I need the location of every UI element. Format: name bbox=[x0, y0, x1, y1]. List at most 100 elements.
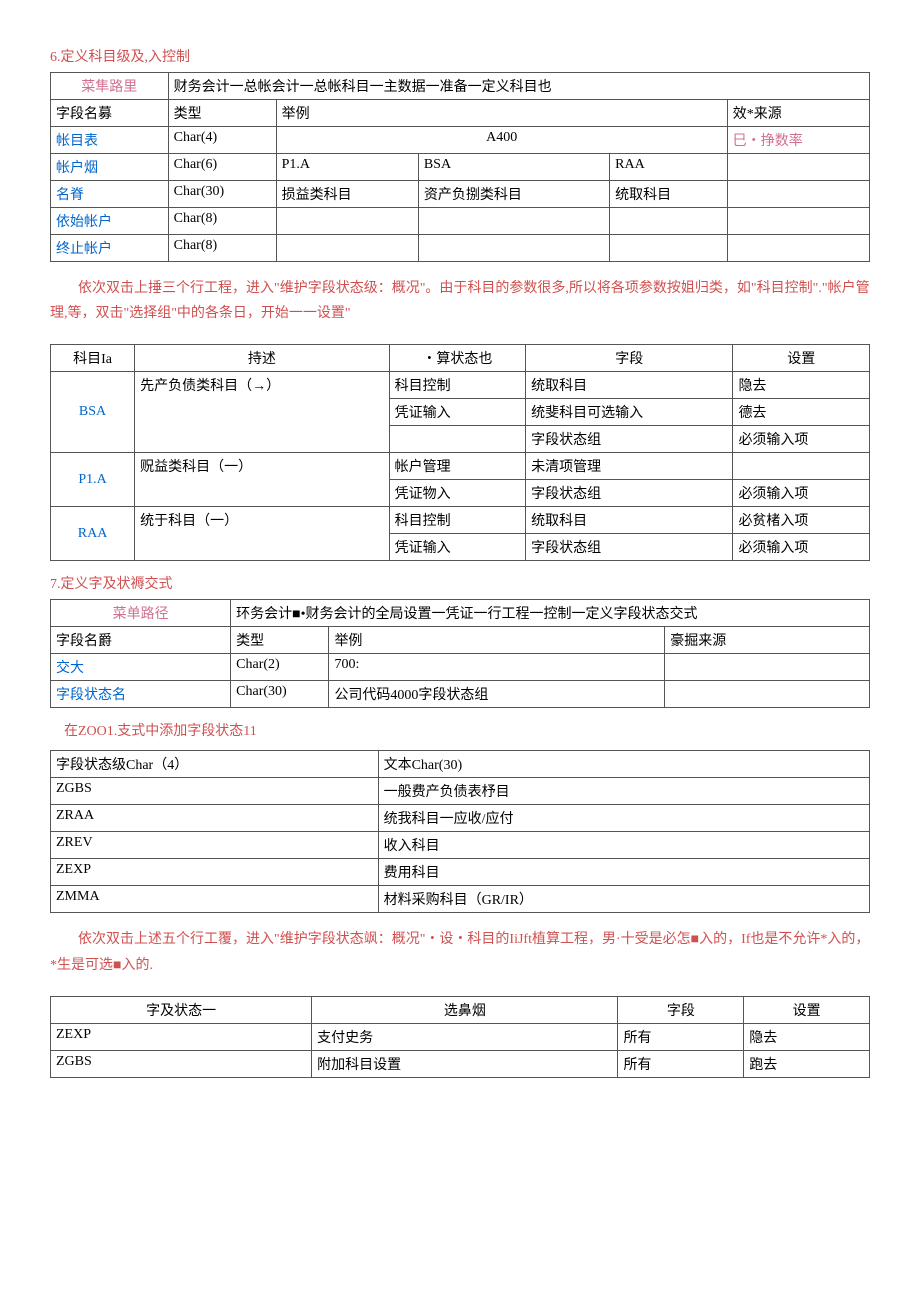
source-cell bbox=[665, 654, 870, 681]
example-cell: RAA bbox=[610, 154, 728, 181]
code-cell: ZGBS bbox=[51, 778, 379, 805]
setting-cell: 必贫楮入项 bbox=[733, 507, 870, 534]
table-row: 菜隼路里 财务会计一总帐会计一总帐科目一主数据一准备一定义科目也 bbox=[51, 73, 870, 100]
table-row: ZGBS 附加科目设置 所有 跑去 bbox=[51, 1050, 870, 1077]
example-cell: 700: bbox=[329, 654, 665, 681]
example-cell: 公司代码4000字段状态组 bbox=[329, 681, 665, 708]
example-cell: BSA bbox=[418, 154, 609, 181]
status-cell: 科目控制 bbox=[389, 507, 526, 534]
type-cell: Char(8) bbox=[168, 208, 276, 235]
header-field: 字段 bbox=[526, 345, 733, 372]
code-cell: RAA bbox=[51, 507, 135, 561]
example-cell: 统取科目 bbox=[610, 181, 728, 208]
table3: 菜单路径 环务会计■•财务会计的全局设置一凭证一行工程一控制一定义字段状态交式 … bbox=[50, 599, 870, 708]
field-cell: 字段状态组 bbox=[526, 480, 733, 507]
header-setting: 设置 bbox=[733, 345, 870, 372]
header-setting: 设置 bbox=[744, 996, 870, 1023]
text-cell: 收入科目 bbox=[378, 832, 869, 859]
table-row: ZREV 收入科目 bbox=[51, 832, 870, 859]
field-cell: 帐户烟 bbox=[51, 154, 169, 181]
section7-note1: 在ZOO1.支式中添加字段状态11 bbox=[50, 720, 870, 740]
field-cell: 未清项管理 bbox=[526, 453, 733, 480]
header-desc: 持述 bbox=[135, 345, 390, 372]
header-text: 文本Char(30) bbox=[378, 751, 869, 778]
table-row: 帐户烟 Char(6) P1.A BSA RAA bbox=[51, 154, 870, 181]
field-cell: 所有 bbox=[618, 1023, 744, 1050]
header-example: 举例 bbox=[276, 100, 727, 127]
menu-path-label: 菜隼路里 bbox=[51, 73, 169, 100]
sel-cell: 支付史务 bbox=[312, 1023, 618, 1050]
table-row: 依始帐户 Char(8) bbox=[51, 208, 870, 235]
header-field: 字段名爵 bbox=[51, 627, 231, 654]
code-cell: BSA bbox=[51, 372, 135, 453]
code-cell: P1.A bbox=[51, 453, 135, 507]
field-cell: 终止帐户 bbox=[51, 235, 169, 262]
header-type: 类型 bbox=[231, 627, 329, 654]
field-cell: 字段状态名 bbox=[51, 681, 231, 708]
setting-cell: 必须输入项 bbox=[733, 480, 870, 507]
text-cell: 费用科目 bbox=[378, 859, 869, 886]
field-cell: 交大 bbox=[51, 654, 231, 681]
menu-path-value: 环务会计■•财务会计的全局设置一凭证一行工程一控制一定义字段状态交式 bbox=[231, 600, 870, 627]
table-row: 帐目表 Char(4) A400 巳・挣数率 bbox=[51, 127, 870, 154]
header-example: 举例 bbox=[329, 627, 665, 654]
example-cell bbox=[418, 208, 609, 235]
header-code: 科目Ia bbox=[51, 345, 135, 372]
setting-cell: 德去 bbox=[733, 399, 870, 426]
source-cell bbox=[727, 235, 869, 262]
source-cell: 巳・挣数率 bbox=[727, 127, 869, 154]
field-cell: 字段状态组 bbox=[526, 426, 733, 453]
section7-paragraph: 依次双击上述五个行工覆，进入"维护字段状态飒：概况"・设・科目的IiJft植算工… bbox=[50, 927, 870, 977]
example-cell: P1.A bbox=[276, 154, 418, 181]
code-cell: ZREV bbox=[51, 832, 379, 859]
type-cell: Char(8) bbox=[168, 235, 276, 262]
setting-cell: 隐去 bbox=[744, 1023, 870, 1050]
header-code: 字段状态级Char（4） bbox=[51, 751, 379, 778]
field-cell: 名脊 bbox=[51, 181, 169, 208]
text-cell: 材料采购科目（GR/IR） bbox=[378, 886, 869, 913]
field-cell: 字段状态组 bbox=[526, 534, 733, 561]
code-cell: ZMMA bbox=[51, 886, 379, 913]
table1: 菜隼路里 财务会计一总帐会计一总帐科目一主数据一准备一定义科目也 字段名募 类型… bbox=[50, 72, 870, 262]
example-cell: 资产负捌类科目 bbox=[418, 181, 609, 208]
table-row: RAA 统于科目（一） 科目控制 统取科目 必贫楮入项 bbox=[51, 507, 870, 534]
type-cell: Char(30) bbox=[231, 681, 329, 708]
status-cell: ZGBS bbox=[51, 1050, 312, 1077]
table4: 字段状态级Char（4） 文本Char(30) ZGBS 一般费产负债表杼目 Z… bbox=[50, 750, 870, 913]
header-sel: 选鼻烟 bbox=[312, 996, 618, 1023]
header-field: 字段 bbox=[618, 996, 744, 1023]
text-cell: 统我科目一应收/应付 bbox=[378, 805, 869, 832]
header-source: 效*来源 bbox=[727, 100, 869, 127]
table-row: 菜单路径 环务会计■•财务会计的全局设置一凭证一行工程一控制一定义字段状态交式 bbox=[51, 600, 870, 627]
table2: 科目Ia 持述 ・算状态也 字段 设置 BSA 先产负债类科目（→） 科目控制 … bbox=[50, 344, 870, 561]
type-cell: Char(2) bbox=[231, 654, 329, 681]
text-cell: 一般费产负债表杼目 bbox=[378, 778, 869, 805]
table-row: ZGBS 一般费产负债表杼目 bbox=[51, 778, 870, 805]
table-row: P1.A 贶益类科目（一） 帐户管理 未清项管理 bbox=[51, 453, 870, 480]
source-cell bbox=[727, 208, 869, 235]
source-cell bbox=[665, 681, 870, 708]
status-cell: 凭证输入 bbox=[389, 399, 526, 426]
section6-heading: 6.定义科目级及,入控制 bbox=[50, 46, 870, 66]
table5: 字及状态一 选鼻烟 字段 设置 ZEXP 支付史务 所有 隐去 ZGBS 附加科… bbox=[50, 996, 870, 1078]
desc-cell: 统于科目（一） bbox=[135, 507, 390, 561]
field-cell: 帐目表 bbox=[51, 127, 169, 154]
example-cell bbox=[276, 208, 418, 235]
example-cell: A400 bbox=[276, 127, 727, 154]
table-row: ZEXP 费用科目 bbox=[51, 859, 870, 886]
example-cell bbox=[610, 208, 728, 235]
table-row: 字段状态名 Char(30) 公司代码4000字段状态组 bbox=[51, 681, 870, 708]
table-row: 终止帐户 Char(8) bbox=[51, 235, 870, 262]
status-cell: 凭证输入 bbox=[389, 534, 526, 561]
table-row: ZMMA 材料采购科目（GR/IR） bbox=[51, 886, 870, 913]
setting-cell: 跑去 bbox=[744, 1050, 870, 1077]
code-cell: ZEXP bbox=[51, 859, 379, 886]
example-cell bbox=[276, 235, 418, 262]
type-cell: Char(4) bbox=[168, 127, 276, 154]
field-cell: 依始帐户 bbox=[51, 208, 169, 235]
source-cell bbox=[727, 154, 869, 181]
table-row: ZRAA 统我科目一应收/应付 bbox=[51, 805, 870, 832]
header-type: 类型 bbox=[168, 100, 276, 127]
setting-cell: 必须输入项 bbox=[733, 534, 870, 561]
code-cell: ZRAA bbox=[51, 805, 379, 832]
